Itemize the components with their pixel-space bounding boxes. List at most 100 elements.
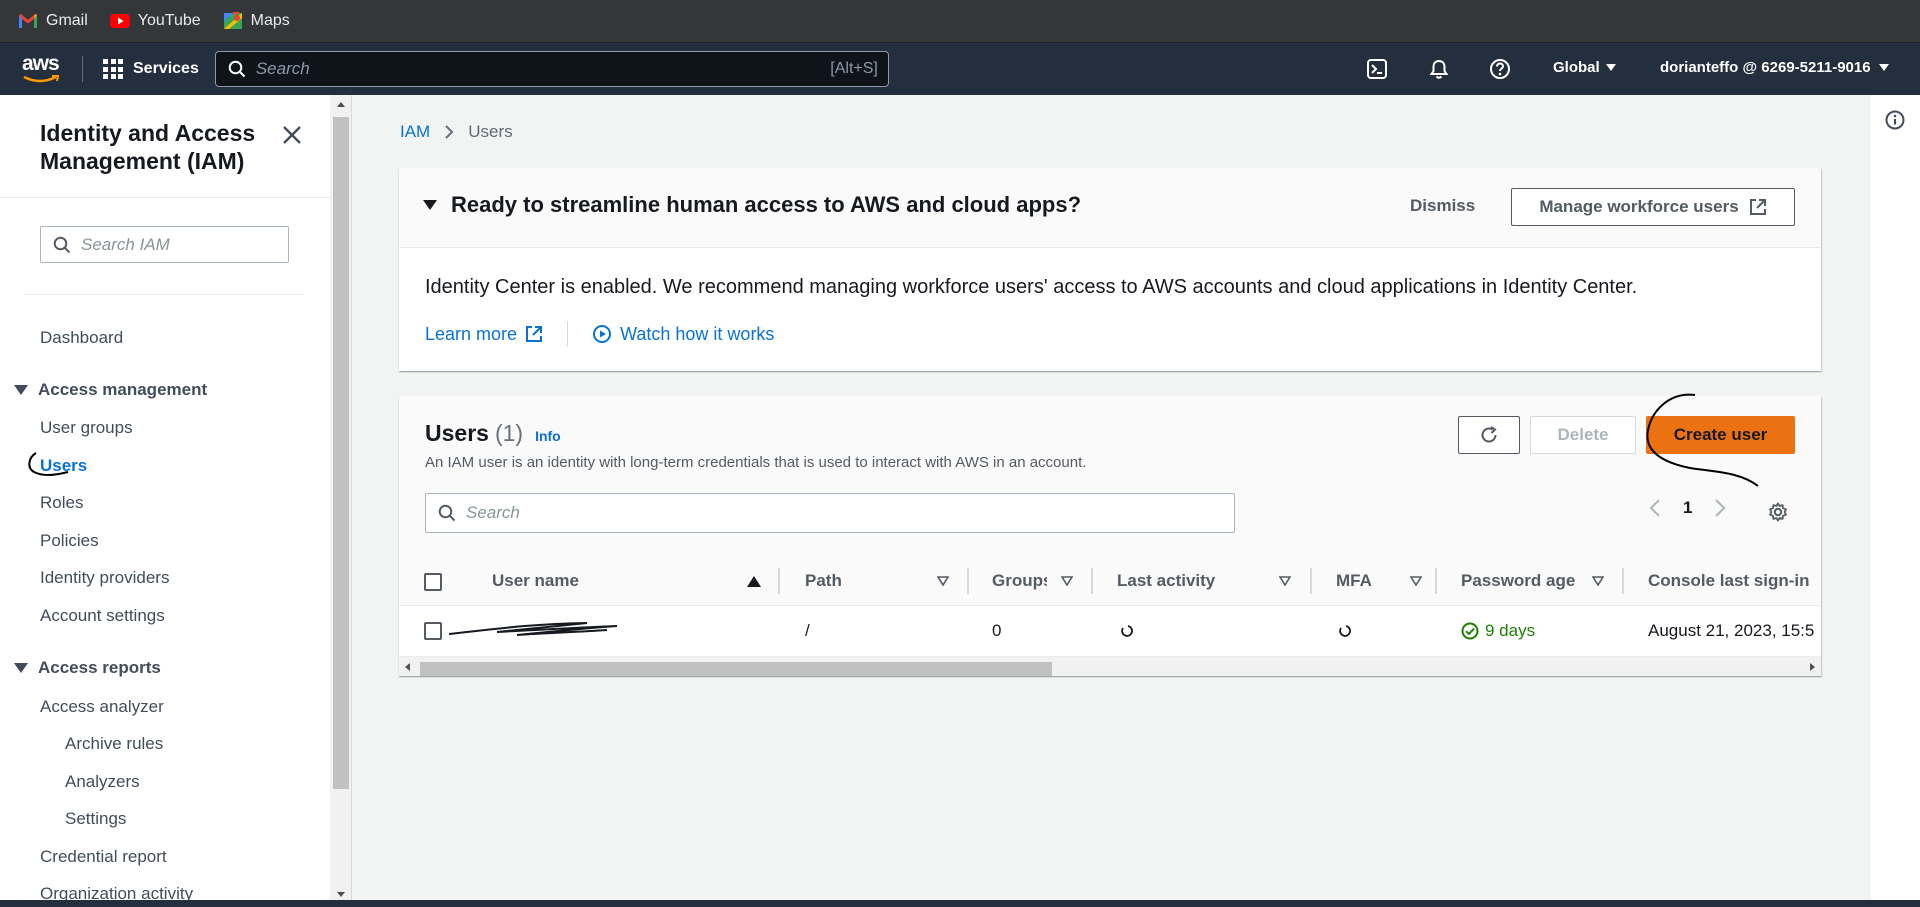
global-search-input[interactable]: Search [Alt+S] (214, 51, 889, 87)
sort-icon[interactable] (937, 576, 949, 586)
select-all-checkbox[interactable] (424, 573, 442, 591)
users-heading: Users (1) Info (425, 420, 561, 447)
sidebar-item-archive-rules[interactable]: Archive rules (65, 734, 163, 754)
pagination: 1 (1649, 498, 1726, 518)
user-name-cell[interactable] (448, 606, 702, 656)
aws-logo[interactable]: aws (22, 52, 62, 84)
search-icon (53, 236, 71, 253)
chevron-right-icon (445, 125, 454, 139)
close-icon[interactable] (280, 123, 304, 147)
banner-toggle[interactable]: Ready to streamline human access to AWS … (423, 192, 1081, 218)
sidebar-scrollbar[interactable] (330, 95, 352, 907)
scrollbar-thumb[interactable] (333, 117, 349, 789)
chevron-left-icon[interactable] (1649, 498, 1661, 518)
sort-icon[interactable] (1592, 576, 1604, 586)
bookmark-label: Gmail (46, 12, 88, 29)
sidebar-item-account-settings[interactable]: Account settings (40, 606, 165, 626)
bookmarks-bar: Gmail YouTube Maps (0, 0, 1920, 43)
sort-ascending-icon[interactable] (747, 576, 761, 587)
scrollbar-thumb[interactable] (420, 662, 1052, 676)
column-divider (1622, 568, 1624, 594)
breadcrumb-current: Users (468, 122, 513, 141)
gmail-icon (19, 14, 37, 28)
info-link[interactable]: Info (535, 428, 561, 444)
iam-sidebar: Identity and Access Management (IAM) Sea… (0, 95, 330, 907)
page-number[interactable]: 1 (1683, 498, 1692, 518)
path-cell: / (805, 621, 810, 640)
users-table-panel: Users (1) Info An IAM user is an identit… (399, 396, 1821, 676)
sidebar-title: Identity and Access Management (IAM) (40, 120, 256, 174)
caret-down-icon (423, 200, 437, 210)
refresh-button[interactable] (1458, 416, 1520, 454)
sidebar-item-credential-report[interactable]: Credential report (40, 847, 167, 867)
sidebar-search-input[interactable]: Search IAM (40, 226, 289, 263)
delete-button[interactable]: Delete (1530, 416, 1636, 454)
column-groups[interactable]: Groups (992, 556, 1047, 606)
column-last-activity[interactable]: Last activity (1117, 556, 1215, 606)
external-link-icon (526, 326, 543, 342)
play-circle-icon (593, 325, 612, 343)
services-menu-button[interactable]: Services (103, 59, 199, 79)
sort-icon[interactable] (1061, 576, 1073, 586)
scroll-left-arrow-icon[interactable] (405, 663, 410, 671)
sidebar-item-access-analyzer[interactable]: Access analyzer (40, 697, 164, 717)
breadcrumb-iam-link[interactable]: IAM (400, 122, 430, 142)
sort-icon[interactable] (1410, 576, 1422, 586)
sort-icon[interactable] (1279, 576, 1291, 586)
dismiss-button[interactable]: Dismiss (1410, 196, 1475, 216)
sidebar-item-analyzers[interactable]: Analyzers (65, 772, 140, 792)
redaction-scribble (448, 622, 618, 636)
users-description: An IAM user is an identity with long-ter… (425, 454, 1087, 471)
info-icon[interactable] (1884, 109, 1906, 131)
cloudshell-icon[interactable] (1365, 57, 1389, 81)
row-select-checkbox[interactable] (424, 622, 442, 640)
sidebar-item-settings[interactable]: Settings (65, 809, 126, 829)
bookmark-label: YouTube (137, 12, 201, 29)
sidebar-item-identity-providers[interactable]: Identity providers (40, 568, 169, 588)
apps-grid-icon (103, 59, 123, 79)
chevron-right-icon[interactable] (1714, 498, 1726, 518)
sidebar-item-roles[interactable]: Roles (40, 493, 83, 513)
manage-workforce-users-button[interactable]: Manage workforce users (1511, 188, 1795, 226)
column-user-name[interactable]: User name (492, 556, 579, 606)
console-last-sign-in-cell: August 21, 2023, 15:5 (1648, 621, 1815, 640)
sidebar-item-policies[interactable]: Policies (40, 531, 99, 551)
learn-more-link[interactable]: Learn more (425, 324, 543, 345)
column-path[interactable]: Path (805, 556, 842, 606)
column-divider (1435, 568, 1437, 594)
aws-smile-icon (23, 75, 60, 83)
bookmark-youtube[interactable]: YouTube (109, 12, 201, 30)
table-horizontal-scrollbar[interactable] (399, 656, 1821, 676)
bookmark-maps[interactable]: Maps (223, 12, 290, 30)
section-label: Access management (38, 380, 208, 399)
sidebar-section-access-reports[interactable]: Access reports (14, 658, 161, 678)
users-search-input[interactable]: Search (425, 493, 1235, 533)
gear-icon[interactable] (1767, 501, 1789, 523)
column-console-last-sign-in[interactable]: Console last sign-in (1648, 556, 1821, 606)
scroll-up-arrow-icon[interactable] (337, 102, 345, 107)
banner-links: Learn more Watch how it works (425, 321, 774, 347)
divider (24, 294, 304, 295)
sidebar-item-dashboard[interactable]: Dashboard (40, 328, 123, 348)
sidebar-item-users[interactable]: Users (40, 456, 87, 476)
divider (567, 321, 569, 347)
bookmark-gmail[interactable]: Gmail (18, 12, 88, 30)
region-selector[interactable]: Global (1553, 59, 1616, 76)
users-panel-header: Users (1) Info An IAM user is an identit… (399, 396, 1821, 556)
help-icon[interactable] (1488, 57, 1512, 81)
loading-spinner-icon (1121, 625, 1133, 637)
maps-icon (223, 12, 242, 29)
create-user-button[interactable]: Create user (1646, 416, 1795, 454)
account-menu[interactable]: dorianteffo @ 6269-5211-9016 (1660, 59, 1889, 76)
scroll-right-arrow-icon[interactable] (1810, 663, 1815, 671)
sidebar-item-user-groups[interactable]: User groups (40, 418, 133, 438)
scroll-down-arrow-icon[interactable] (337, 892, 345, 897)
notifications-bell-icon[interactable] (1427, 57, 1451, 81)
column-mfa[interactable]: MFA (1336, 556, 1372, 606)
link-label: Watch how it works (620, 323, 775, 344)
help-panel-rail (1869, 95, 1920, 907)
sidebar-section-access-management[interactable]: Access management (14, 380, 207, 400)
refresh-icon (1481, 426, 1497, 443)
column-password-age[interactable]: Password age (1461, 556, 1575, 606)
watch-how-it-works-link[interactable]: Watch how it works (592, 324, 774, 345)
